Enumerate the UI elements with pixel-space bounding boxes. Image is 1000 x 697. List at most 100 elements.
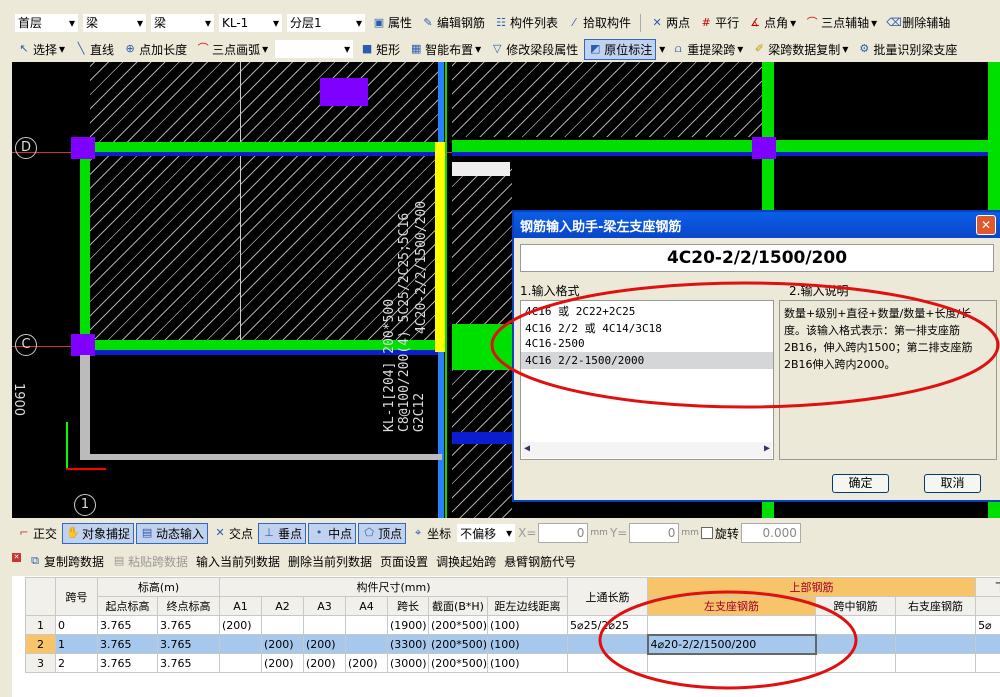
- table-cell[interactable]: (200): [345, 653, 388, 673]
- table-cell[interactable]: (200): [303, 653, 346, 673]
- table-cell[interactable]: (100): [486, 653, 569, 673]
- table-cell[interactable]: [647, 653, 817, 673]
- table-row[interactable]: 2 1 3.765 3.765 (200) (200) (3300) (200*500) (10…: [25, 633, 1000, 655]
- table-cell[interactable]: [303, 615, 346, 635]
- x-input[interactable]: 0: [538, 523, 589, 543]
- paste-span-button[interactable]: ▤ 粘贴跨数据: [112, 553, 188, 570]
- scroll-right-icon[interactable]: ▶: [764, 443, 770, 454]
- scroll-left-icon[interactable]: ◀: [524, 443, 530, 454]
- rotate-checkbox[interactable]: [700, 527, 713, 539]
- table-cell[interactable]: 3.765: [97, 615, 158, 635]
- ok-button[interactable]: 确定: [832, 474, 889, 493]
- delete-axis-button[interactable]: ⌫ 删除辅轴: [883, 13, 953, 32]
- table-cell[interactable]: [895, 615, 977, 635]
- close-panel-icon[interactable]: ✕: [12, 553, 21, 562]
- table-cell[interactable]: 5⌀25/2⌀25: [567, 615, 649, 635]
- layer-select[interactable]: 分层1 ▾: [286, 12, 366, 33]
- intersection-toggle[interactable]: ✕ 交点: [210, 524, 256, 543]
- vertex-toggle[interactable]: ⬠ 顶点: [358, 522, 407, 544]
- rebar-value-input[interactable]: 4C20-2/2/1500/200: [520, 244, 994, 272]
- table-cell[interactable]: [815, 634, 897, 654]
- table-cell[interactable]: 0: [55, 615, 98, 635]
- table-cell[interactable]: (100): [486, 615, 569, 635]
- rectangle-button[interactable]: ■ 矩形: [357, 40, 403, 59]
- table-cell[interactable]: (3300): [387, 634, 429, 654]
- table-cell[interactable]: 3.765: [157, 615, 220, 635]
- line-button[interactable]: ╲ 直线: [71, 40, 117, 59]
- dynamic-input-toggle[interactable]: ▤ 动态输入: [136, 522, 209, 544]
- three-point-axis-button[interactable]: ⌒ 三点辅轴 ▾: [802, 13, 880, 32]
- format-item[interactable]: 4C16 或 2C22+2C25: [521, 301, 773, 318]
- three-point-arc-button[interactable]: ⌒ 三点画弧 ▾: [193, 40, 271, 59]
- object-snap-toggle[interactable]: ✋ 对象捕捉: [62, 522, 135, 544]
- table-cell[interactable]: (100): [486, 634, 569, 654]
- table-cell[interactable]: [815, 615, 897, 635]
- draw-mode-select[interactable]: ▾: [274, 39, 355, 59]
- table-cell[interactable]: 3.765: [157, 653, 220, 673]
- copy-span-data-button[interactable]: ✐ 梁跨数据复制 ▾: [749, 40, 851, 59]
- modify-segment-button[interactable]: ▽ 修改梁段属性: [487, 40, 581, 59]
- select-button[interactable]: ↖ 选择 ▾: [14, 40, 68, 59]
- cancel-button[interactable]: 取消: [924, 474, 981, 493]
- pick-member-button[interactable]: ⁄ 拾取构件: [564, 13, 634, 32]
- offset-select[interactable]: 不偏移 ▾: [456, 523, 517, 543]
- re-span-button[interactable]: ⩍ 重提梁跨 ▾: [668, 40, 746, 59]
- beam-annotation[interactable]: 4C20-2/2/1500/200: [414, 201, 429, 334]
- ortho-toggle[interactable]: ⌐ 正交: [14, 524, 60, 543]
- midpoint-toggle[interactable]: • 中点: [308, 522, 357, 544]
- table-cell[interactable]: 5⌀: [975, 615, 1000, 635]
- y-input[interactable]: 0: [629, 523, 680, 543]
- table-cell[interactable]: (200*500): [428, 653, 488, 673]
- table-cell[interactable]: (200): [219, 615, 262, 635]
- cantilever-code-button[interactable]: 悬臂钢筋代号: [504, 553, 576, 570]
- table-cell[interactable]: 3.765: [97, 634, 158, 654]
- edit-rebar-button[interactable]: ✎ 编辑钢筋: [418, 13, 488, 32]
- table-cell[interactable]: [975, 634, 1000, 654]
- table-cell[interactable]: (200*500): [428, 615, 488, 635]
- table-row[interactable]: 3 2 3.765 3.765 (200) (200) (200) (3000) (200*50…: [25, 653, 1000, 673]
- table-cell[interactable]: [261, 615, 304, 635]
- table-cell[interactable]: [567, 653, 649, 673]
- table-cell[interactable]: [219, 653, 262, 673]
- batch-identify-button[interactable]: ⚙ 批量识别梁支座: [854, 40, 960, 59]
- table-cell[interactable]: [895, 653, 977, 673]
- point-length-button[interactable]: ⊕ 点加长度: [120, 40, 190, 59]
- in-situ-annotation-button[interactable]: ◩ 原位标注: [584, 38, 657, 60]
- properties-button[interactable]: ▣ 属性: [369, 13, 415, 32]
- table-cell[interactable]: (200): [303, 634, 346, 654]
- table-row[interactable]: 1 0 3.765 3.765 (200) (1900) (200*500) (100) 5⌀2…: [25, 615, 1000, 635]
- table-cell[interactable]: [345, 634, 388, 654]
- point-angle-button[interactable]: ∡ 点角 ▾: [745, 13, 799, 32]
- parallel-button[interactable]: # 平行: [696, 13, 742, 32]
- close-icon[interactable]: ✕: [976, 215, 996, 235]
- copy-span-button[interactable]: ⧉ 复制跨数据: [28, 553, 104, 570]
- table-cell[interactable]: [815, 653, 897, 673]
- table-cell[interactable]: [647, 615, 817, 635]
- angle-input[interactable]: 0.000: [740, 523, 801, 543]
- table-cell[interactable]: 4⌀20-2/2/1500/200: [646, 633, 817, 655]
- floor-select[interactable]: 首层 ▾: [14, 12, 79, 33]
- table-cell[interactable]: 3.765: [157, 634, 220, 654]
- table-cell[interactable]: 3.765: [97, 653, 158, 673]
- table-cell[interactable]: (3000): [387, 653, 429, 673]
- table-cell[interactable]: (200): [261, 653, 304, 673]
- table-cell[interactable]: [345, 615, 388, 635]
- format-list[interactable]: 4C16 或 2C22+2C25 4C16 2/2 或 4C14/3C18 4C…: [520, 300, 774, 460]
- type1-select[interactable]: 梁 ▾: [82, 12, 147, 33]
- horizontal-scrollbar[interactable]: ◀ ▶: [522, 442, 772, 458]
- page-setup-button[interactable]: 页面设置: [380, 553, 428, 570]
- member-select[interactable]: KL-1 ▾: [218, 12, 283, 33]
- table-cell[interactable]: [975, 653, 1000, 673]
- table-cell[interactable]: [895, 634, 977, 654]
- table-cell[interactable]: [219, 634, 262, 654]
- table-cell[interactable]: (200*500): [428, 634, 488, 654]
- input-column-button[interactable]: 输入当前列数据: [196, 553, 280, 570]
- perpendicular-toggle[interactable]: ⊥ 垂点: [258, 522, 307, 544]
- format-item[interactable]: 4C16-2500: [521, 335, 773, 352]
- table-cell[interactable]: 2: [55, 653, 98, 673]
- member-list-button[interactable]: ☷ 构件列表: [491, 13, 561, 32]
- delete-column-button[interactable]: 删除当前列数据: [288, 553, 372, 570]
- coordinate-toggle[interactable]: ⌖ 坐标: [408, 524, 454, 543]
- table-cell[interactable]: 1: [55, 634, 98, 654]
- format-item-selected[interactable]: 4C16 2/2-1500/2000: [521, 352, 773, 369]
